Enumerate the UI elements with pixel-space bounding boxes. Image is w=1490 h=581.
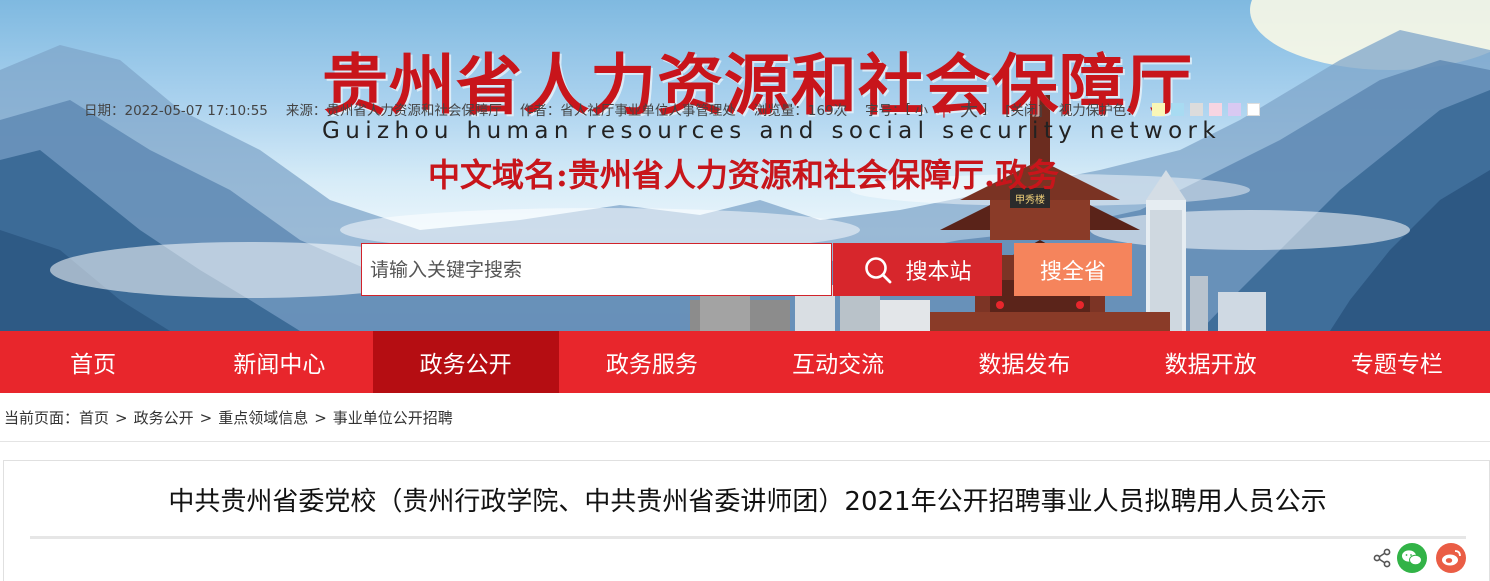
eye-color-swatch-yellow[interactable] <box>1151 102 1165 116</box>
search-all-label: 搜全省 <box>1039 259 1106 285</box>
nav-item-news[interactable]: 新闻中心 <box>186 331 372 393</box>
search-box <box>361 243 832 296</box>
nav-item-home[interactable]: 首页 <box>0 331 186 393</box>
eye-color-swatch-white[interactable] <box>1246 102 1260 116</box>
chinese-domain: 中文域名:贵州省人力资源和社会保障厅.政务 <box>428 156 1059 194</box>
nav-item-interaction[interactable]: 互动交流 <box>745 331 931 393</box>
breadcrumb-prefix: 当前页面： <box>4 409 80 427</box>
eye-color-swatch-gray[interactable] <box>1189 102 1203 116</box>
nav-item-special-topics[interactable]: 专题专栏 <box>1304 331 1490 393</box>
breadcrumb: 当前页面：首页 > 政务公开 > 重点领域信息 > 事业单位公开招聘 <box>4 407 453 428</box>
eye-color-swatch-pink[interactable] <box>1208 102 1222 116</box>
divider <box>0 441 1490 442</box>
eye-color-swatch-blue[interactable] <box>1170 102 1184 116</box>
font-size-small-button[interactable]: 小 <box>915 100 928 119</box>
nav-item-data-release[interactable]: 数据发布 <box>931 331 1117 393</box>
breadcrumb-separator: > <box>199 409 213 427</box>
search-icon <box>865 256 892 283</box>
search-input[interactable] <box>362 244 831 295</box>
article-date: 日期：2022-05-07 17:10:55 <box>84 103 268 119</box>
font-size-bracket-close: ] <box>981 101 988 117</box>
main-nav: 首页 新闻中心 政务公开 政务服务 互动交流 数据发布 数据开放 专题专栏 <box>0 331 1490 393</box>
article-source: 来源：贵州省人力资源和社会保障厅 <box>285 103 502 119</box>
breadcrumb-separator: > <box>314 409 327 427</box>
weibo-icon[interactable] <box>1436 543 1466 573</box>
nav-item-open-data[interactable]: 数据开放 <box>1118 331 1304 393</box>
breadcrumb-public-recruitment[interactable]: 事业单位公开招聘 <box>333 409 453 427</box>
font-size-large-button[interactable]: 大 <box>960 96 978 122</box>
article-panel: 中共贵州省委党校（贵州行政学院、中共贵州省委讲师团）2021年公开招聘事业人员拟… <box>3 460 1490 581</box>
eye-color-swatch-purple[interactable] <box>1227 102 1241 116</box>
breadcrumb-separator: > <box>115 409 128 427</box>
title-divider <box>30 536 1466 539</box>
header-banner: 甲秀楼 贵州省人力资源和社会保障厅 Guizhou human resource… <box>0 0 1490 331</box>
font-size-bracket-open: [ <box>905 101 911 117</box>
font-size-medium-button[interactable]: 中 <box>936 97 952 121</box>
share-icon[interactable] <box>1372 548 1392 568</box>
article-meta: 日期：2022-05-07 17:10:55 来源：贵州省人力资源和社会保障厅 … <box>84 96 1266 122</box>
eye-protection-label: 视力保护色： <box>1058 103 1140 119</box>
search-site-button[interactable]: 搜本站 <box>833 243 1002 296</box>
close-button[interactable]: [关闭] <box>1005 99 1043 119</box>
font-size-label: 字号： <box>865 103 906 119</box>
article-views: 浏览量：169次 <box>753 103 848 119</box>
nav-item-gov-service[interactable]: 政务服务 <box>559 331 745 393</box>
weibo-glyph-icon <box>1442 550 1461 566</box>
nav-item-gov-affairs-open[interactable]: 政务公开 <box>372 331 559 393</box>
breadcrumb-key-areas[interactable]: 重点领域信息 <box>218 409 308 427</box>
breadcrumb-gov-affairs-open[interactable]: 政务公开 <box>134 409 194 427</box>
search-all-button[interactable]: 搜全省 <box>1014 243 1132 296</box>
article-title: 中共贵州省委党校（贵州行政学院、中共贵州省委讲师团）2021年公开招聘事业人员拟… <box>168 487 1327 517</box>
wechat-glyph-icon <box>1402 550 1422 566</box>
search-site-label: 搜本站 <box>905 259 972 285</box>
article-author: 作者：省人社厅事业单位人事管理处 <box>519 103 736 119</box>
breadcrumb-home[interactable]: 首页 <box>79 409 109 427</box>
wechat-icon[interactable] <box>1397 543 1427 573</box>
